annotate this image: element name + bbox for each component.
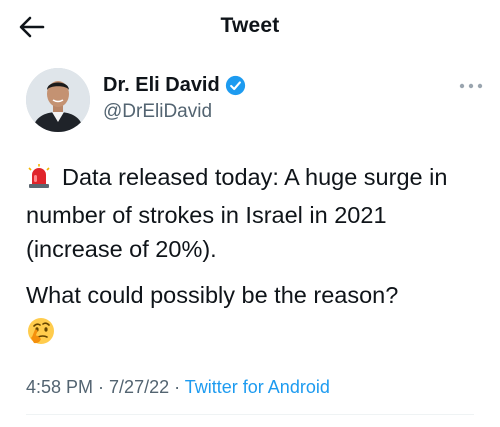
tweet-text: Data released today: A huge surge in num… — [26, 160, 486, 346]
profile-photo — [26, 68, 90, 132]
tweet-line-2: What could possibly be the reason? — [26, 282, 399, 308]
police-light-emoji — [26, 163, 52, 198]
more-horizontal-icon — [459, 83, 483, 89]
divider — [26, 414, 474, 415]
top-bar: Tweet — [0, 0, 500, 54]
meta-separator: · — [169, 377, 185, 397]
name-row: Dr. Eli David — [103, 74, 246, 97]
tweet-paragraph-2: What could possibly be the reason? — [26, 278, 486, 346]
page-title: Tweet — [220, 14, 280, 37]
tweet-time[interactable]: 4:58 PM — [26, 377, 93, 397]
display-name[interactable]: Dr. Eli David — [103, 74, 220, 97]
meta-separator: · — [93, 377, 110, 397]
verified-badge-icon — [225, 75, 246, 96]
tweet-paragraph-1: Data released today: A huge surge in num… — [26, 160, 486, 266]
more-options-button[interactable] — [456, 76, 486, 96]
tweet-metadata: 4:58 PM · 7/27/22 · Twitter for Android — [26, 377, 330, 398]
tweet-date[interactable]: 7/27/22 — [109, 377, 169, 397]
tweet-author: Dr. Eli David @DrEliDavid — [26, 68, 486, 138]
thinking-face-emoji — [26, 316, 56, 346]
tweet-page: Tweet Dr. Eli David @DrEliDavid Data rel… — [0, 0, 500, 427]
tweet-line-1: Data released today: A huge surge in num… — [26, 164, 448, 262]
tweet-source-link[interactable]: Twitter for Android — [185, 377, 330, 397]
avatar[interactable] — [26, 68, 90, 132]
user-handle[interactable]: @DrEliDavid — [103, 101, 212, 123]
